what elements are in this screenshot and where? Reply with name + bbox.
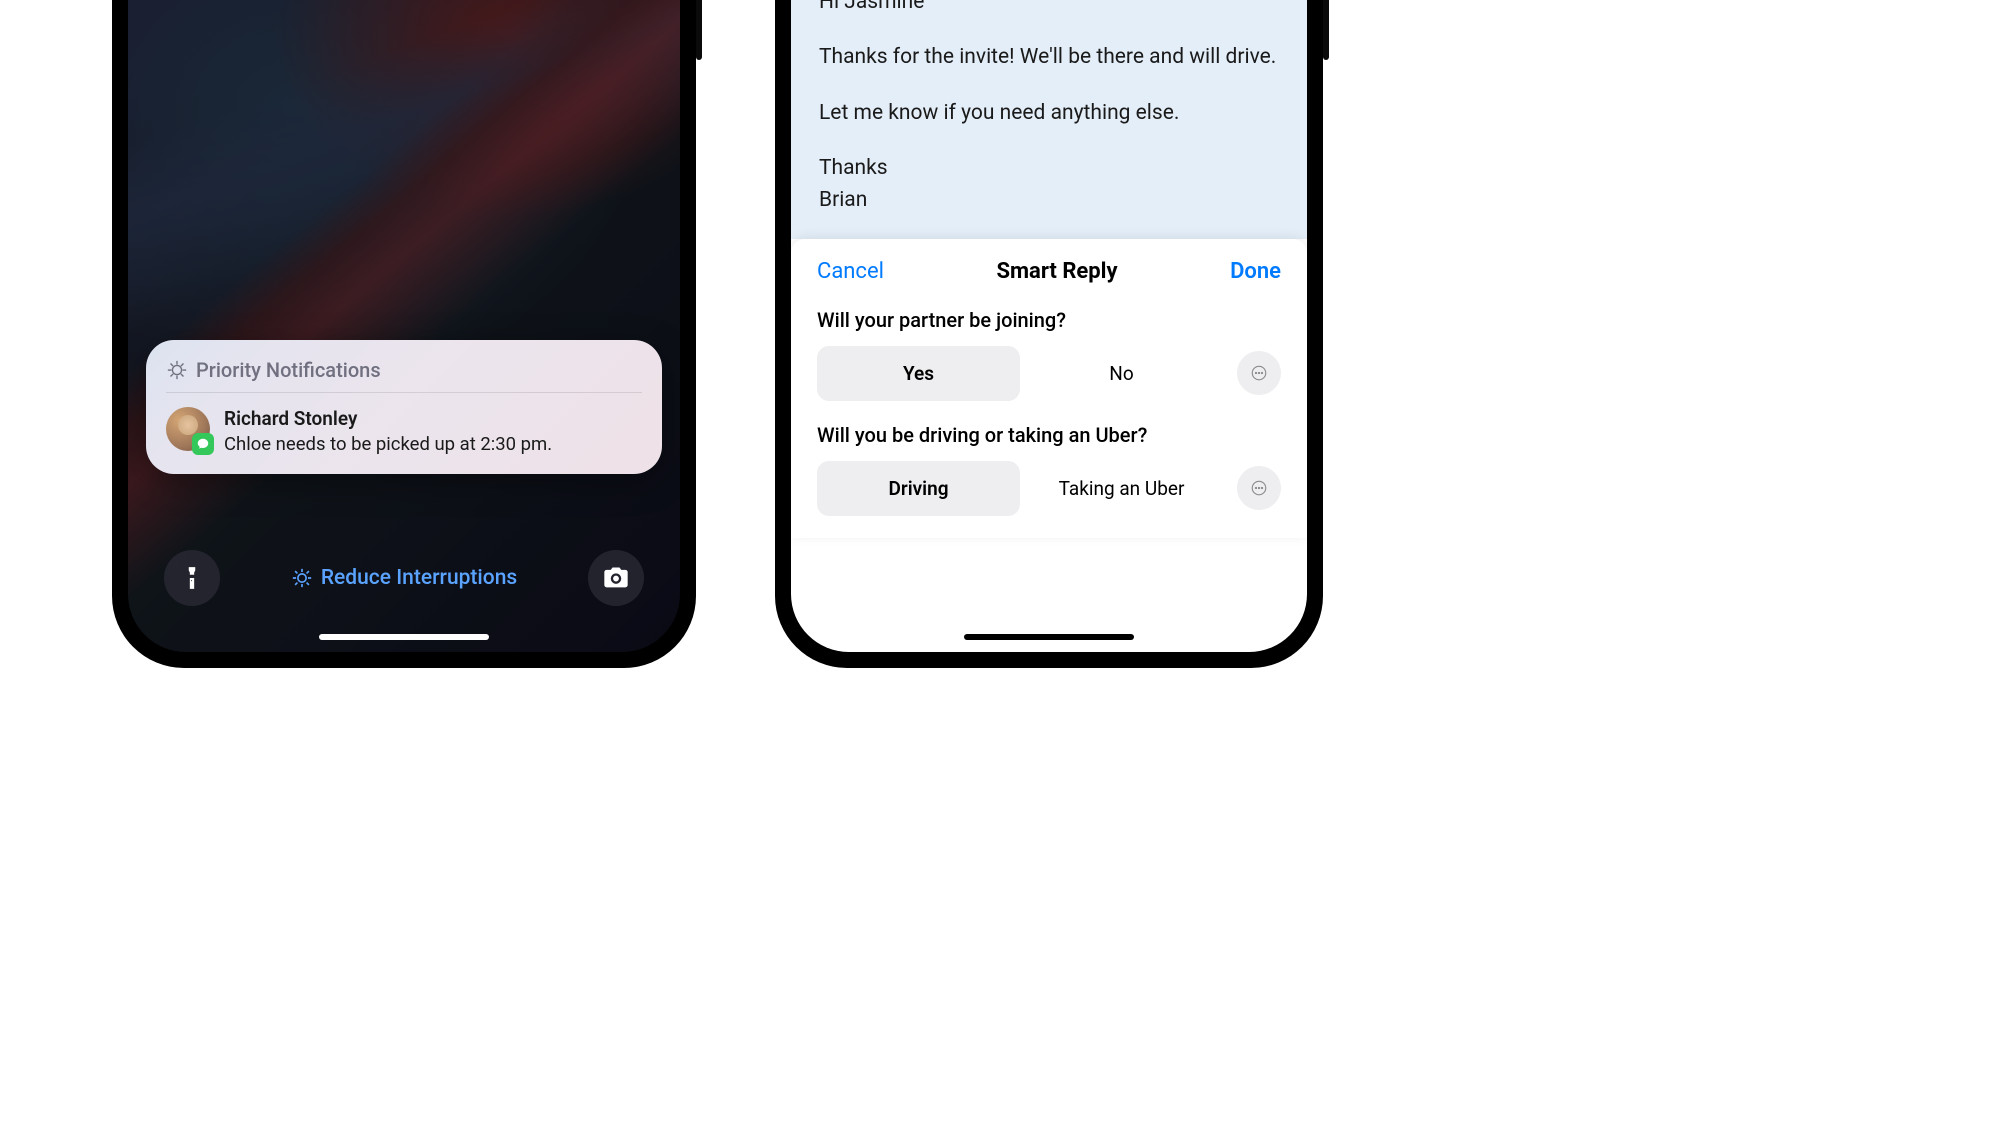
- notification-header: Priority Notifications: [166, 358, 642, 392]
- phone-side-button: [696, 0, 702, 60]
- phone-left-frame: Priority Notifications Richard Stonley C…: [112, 0, 696, 668]
- question-2-answers: Driving Taking an Uber: [817, 461, 1281, 516]
- email-sender-name: Brian: [819, 186, 1279, 215]
- apple-intelligence-icon: [166, 359, 188, 381]
- more-options-button-1[interactable]: [1237, 351, 1281, 395]
- phone-side-button: [1323, 0, 1329, 60]
- answer-uber[interactable]: Taking an Uber: [1020, 461, 1223, 516]
- question-1-text: Will your partner be joining?: [817, 308, 1281, 332]
- email-body[interactable]: Hi Jasmine Thanks for the invite! We'll …: [791, 0, 1307, 239]
- ellipsis-icon: [1250, 479, 1268, 497]
- left-screen: Priority Notifications Richard Stonley C…: [128, 0, 680, 652]
- flashlight-button[interactable]: [164, 550, 220, 606]
- notification-message: Chloe needs to be picked up at 2:30 pm.: [224, 432, 642, 456]
- answer-driving[interactable]: Driving: [817, 461, 1020, 516]
- email-signoff: Thanks: [819, 154, 1279, 183]
- notification-text: Richard Stonley Chloe needs to be picked…: [224, 407, 642, 456]
- question-block-2: Will you be driving or taking an Uber? D…: [791, 423, 1307, 538]
- lockscreen-bottom-row: Reduce Interruptions: [128, 550, 680, 606]
- home-indicator[interactable]: [319, 634, 489, 640]
- priority-notifications-label: Priority Notifications: [196, 358, 381, 382]
- done-button[interactable]: Done: [1230, 259, 1281, 284]
- notification-divider: [166, 392, 642, 393]
- question-1-answers: Yes No: [817, 346, 1281, 401]
- notification-body: Richard Stonley Chloe needs to be picked…: [166, 407, 642, 456]
- focus-pill[interactable]: Reduce Interruptions: [291, 566, 517, 590]
- messages-icon: [196, 437, 210, 451]
- email-paragraph-1: Thanks for the invite! We'll be there an…: [819, 43, 1279, 72]
- answer-yes[interactable]: Yes: [817, 346, 1020, 401]
- focus-label: Reduce Interruptions: [321, 566, 517, 590]
- flashlight-icon: [179, 565, 205, 591]
- email-greeting: Hi Jasmine: [819, 0, 1279, 17]
- smart-reply-sheet: Cancel Smart Reply Done Will your partne…: [791, 239, 1307, 538]
- right-screen: Hi Jasmine Thanks for the invite! We'll …: [791, 0, 1307, 652]
- answer-no[interactable]: No: [1020, 346, 1223, 401]
- question-block-1: Will your partner be joining? Yes No: [791, 308, 1307, 423]
- sheet-header: Cancel Smart Reply Done: [791, 259, 1307, 308]
- sender-avatar: [166, 407, 210, 451]
- apple-intelligence-icon: [291, 567, 313, 589]
- notification-sender: Richard Stonley: [224, 407, 642, 432]
- priority-notification-card[interactable]: Priority Notifications Richard Stonley C…: [146, 340, 662, 474]
- sheet-title: Smart Reply: [996, 259, 1117, 284]
- email-paragraph-2: Let me know if you need anything else.: [819, 99, 1279, 128]
- camera-icon: [602, 564, 630, 592]
- more-options-button-2[interactable]: [1237, 466, 1281, 510]
- phone-right-frame: Hi Jasmine Thanks for the invite! We'll …: [775, 0, 1323, 668]
- cancel-button[interactable]: Cancel: [817, 259, 884, 284]
- camera-button[interactable]: [588, 550, 644, 606]
- question-2-text: Will you be driving or taking an Uber?: [817, 423, 1281, 447]
- home-indicator[interactable]: [964, 634, 1134, 640]
- ellipsis-icon: [1250, 364, 1268, 382]
- messages-app-badge: [192, 433, 214, 455]
